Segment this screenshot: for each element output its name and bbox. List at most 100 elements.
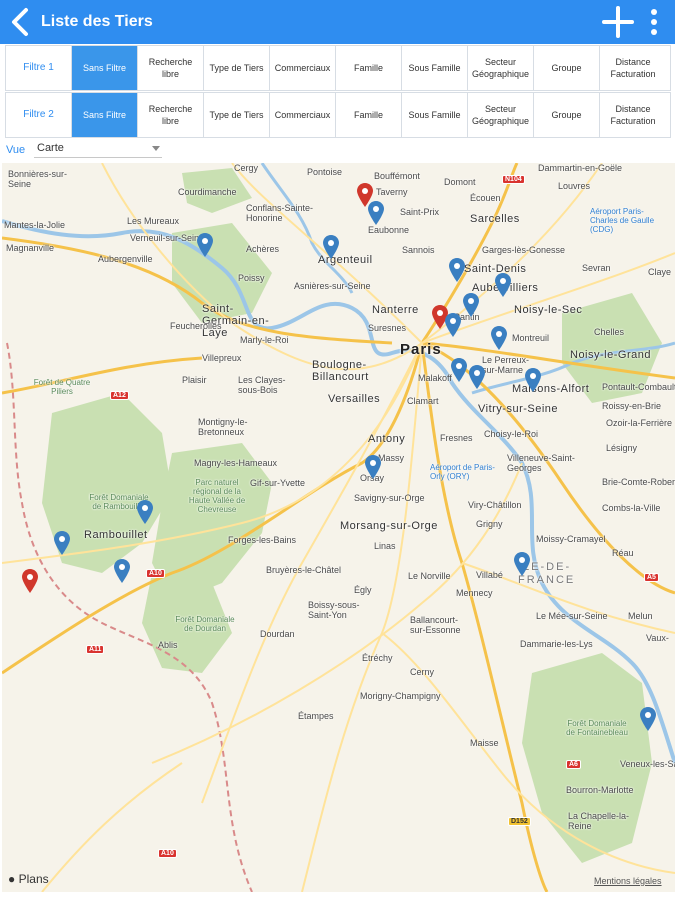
place-label: Pontault-Combault <box>602 382 675 392</box>
page-title: Liste des Tiers <box>41 13 153 30</box>
place-label: Verneuil-sur-Seine <box>130 233 205 243</box>
place-label: Mennecy <box>456 588 493 598</box>
forest-label: Forêt Domaniale de Fontainebleau <box>566 719 628 737</box>
place-label: Massy <box>378 453 405 463</box>
filter-2-recherche-libre[interactable]: Recherche libre <box>138 93 204 137</box>
map-view[interactable]: Cergy Pontoise Bouffémont Domont Dammart… <box>2 163 675 892</box>
view-select-value: Carte <box>37 142 64 154</box>
place-label: Domont <box>444 177 476 187</box>
view-select[interactable]: Carte <box>34 142 162 158</box>
place-label: Suresnes <box>368 323 407 333</box>
map-pin-icon[interactable] <box>445 313 461 337</box>
map-pin-icon[interactable] <box>514 552 530 576</box>
place-label: Noisy-le-Sec <box>514 304 583 316</box>
map-pin-icon[interactable] <box>323 235 339 259</box>
filter-1-secteur-geographique[interactable]: Secteur Géographique <box>468 46 534 90</box>
place-label: Taverny <box>376 187 408 197</box>
place-label: Morsang-sur-Orge <box>340 520 438 532</box>
chevron-left-icon[interactable] <box>6 6 36 38</box>
filter-2-famille[interactable]: Famille <box>336 93 402 137</box>
place-label: Linas <box>374 541 396 551</box>
place-label: Eaubonne <box>368 225 410 235</box>
place-label: Le Mée-sur-Seine <box>536 611 608 621</box>
place-label: Aéroport Paris-Charles de Gaulle (CDG) <box>590 207 655 234</box>
map-pin-icon[interactable] <box>54 531 70 555</box>
map-pin-icon[interactable] <box>137 500 153 524</box>
filter-2-commerciaux[interactable]: Commerciaux <box>270 93 336 137</box>
place-label: Saint-Prix <box>400 207 440 217</box>
filter-1-commerciaux[interactable]: Commerciaux <box>270 46 336 90</box>
map-pin-icon[interactable] <box>365 455 381 479</box>
map-pin-icon[interactable] <box>525 368 541 392</box>
map-pin-icon[interactable] <box>469 365 485 389</box>
filter-1-sous-famille[interactable]: Sous Famille <box>402 46 468 90</box>
filter-row-2: Filtre 2 Sans Filtre Recherche libre Typ… <box>5 92 671 138</box>
place-label: Conflans-Sainte-Honorine <box>246 203 314 223</box>
place-label: Garges-lès-Gonesse <box>482 245 566 255</box>
view-label: Vue <box>6 144 26 156</box>
map-pin-icon[interactable] <box>114 559 130 583</box>
legal-notice-link[interactable]: Mentions légales <box>594 876 662 886</box>
place-label: Choisy-le-Roi <box>484 429 539 439</box>
filter-2-type-de-tiers[interactable]: Type de Tiers <box>204 93 270 137</box>
apple-logo-icon: ● <box>8 872 16 886</box>
map-pin-icon[interactable] <box>451 358 467 382</box>
filter-1-distance-facturation[interactable]: Distance Facturation <box>600 46 666 90</box>
filter-2-secteur-geographique[interactable]: Secteur Géographique <box>468 93 534 137</box>
place-label: Villepreux <box>202 353 242 363</box>
place-label: Les Mureaux <box>127 216 180 226</box>
map-pin-icon[interactable] <box>495 273 511 297</box>
place-label: Bruyères-le-Châtel <box>266 565 342 575</box>
place-label: Étréchy <box>362 653 393 663</box>
vertical-dots-icon[interactable] <box>644 4 664 40</box>
map-pin-icon[interactable] <box>449 258 465 282</box>
filter-1-label[interactable]: Filtre 1 <box>6 46 72 90</box>
filter-2-sans-filtre[interactable]: Sans Filtre <box>72 93 138 137</box>
road-shield: A10 <box>146 569 165 578</box>
place-label: Les Clayes-sous-Bois <box>238 375 286 395</box>
filter-1-groupe[interactable]: Groupe <box>534 46 600 90</box>
map-pin-red-icon[interactable] <box>22 569 38 593</box>
place-label: Rambouillet <box>84 529 148 541</box>
filter-2-groupe[interactable]: Groupe <box>534 93 600 137</box>
filter-2-distance-facturation[interactable]: Distance Facturation <box>600 93 666 137</box>
road-shield: A11 <box>86 645 105 654</box>
road-shield: D152 <box>508 817 531 826</box>
place-label: Réau <box>612 548 634 558</box>
place-label: Roissy-en-Brie <box>602 401 662 411</box>
place-label: Pontoise <box>307 167 343 177</box>
place-label: Dammarie-les-Lys <box>520 639 593 649</box>
map-pin-icon[interactable] <box>368 201 384 225</box>
place-label: Cerny <box>410 667 435 677</box>
filter-1-sans-filtre[interactable]: Sans Filtre <box>72 46 138 90</box>
place-label: Marly-le-Roi <box>240 335 289 345</box>
road-shield: A5 <box>644 573 659 582</box>
filter-1-type-de-tiers[interactable]: Type de Tiers <box>204 46 270 90</box>
map-pin-icon[interactable] <box>463 293 479 317</box>
place-label: Savigny-sur-Orge <box>354 493 425 503</box>
place-label: Grigny <box>476 519 503 529</box>
place-label: Maisse <box>470 738 499 748</box>
place-label: Montigny-le-Bretonneux <box>198 417 248 437</box>
place-label: Dourdan <box>260 629 295 639</box>
filter-1-famille[interactable]: Famille <box>336 46 402 90</box>
map-base <box>2 163 675 892</box>
place-label: Poissy <box>238 273 265 283</box>
place-label: Dammartin-en-Goële <box>538 163 623 173</box>
filter-2-sous-famille[interactable]: Sous Famille <box>402 93 468 137</box>
app-header: Liste des Tiers <box>0 0 675 44</box>
filter-1-recherche-libre[interactable]: Recherche libre <box>138 46 204 90</box>
place-label: Claye <box>648 267 672 277</box>
road-shield: A6 <box>566 760 581 769</box>
place-label: Aéroport de Paris-Orly (ORY) <box>430 463 495 481</box>
map-pin-icon[interactable] <box>640 707 656 731</box>
map-pin-icon[interactable] <box>491 326 507 350</box>
filter-2-label[interactable]: Filtre 2 <box>6 93 72 137</box>
place-label: Montreuil <box>512 333 550 343</box>
road-shield: A12 <box>110 391 129 400</box>
map-pin-icon[interactable] <box>197 233 213 257</box>
place-label: Boissy-sous-Saint-Yon <box>308 600 360 620</box>
plus-icon[interactable] <box>600 4 636 40</box>
place-label: Versailles <box>328 393 381 405</box>
place-label: Brie-Comte-Robert <box>602 477 675 487</box>
